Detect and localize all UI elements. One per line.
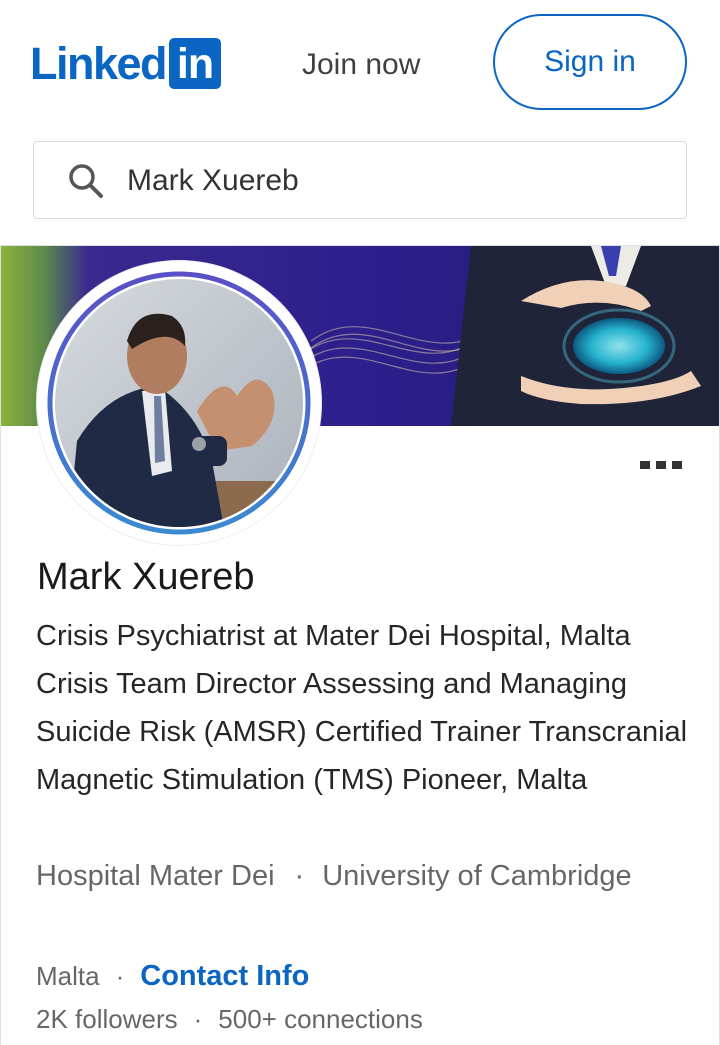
logo-in-box: in — [169, 38, 222, 89]
join-now-link[interactable]: Join now — [302, 45, 420, 85]
separator-dot: · — [193, 1004, 203, 1034]
top-nav: Linked in Join now Sign in — [0, 0, 720, 130]
separator-dot: · — [115, 961, 125, 991]
followers-count: 2K followers — [36, 1004, 178, 1034]
logo-wordmark: Linked — [30, 37, 168, 89]
profile-headline: Crisis Psychiatrist at Mater Dei Hospita… — [36, 620, 688, 796]
location-row: Malta · Contact Info — [36, 956, 309, 996]
more-options-icon[interactable] — [640, 461, 684, 471]
avatar[interactable] — [37, 261, 321, 545]
separator-dot: · — [294, 860, 305, 892]
search-icon — [69, 164, 103, 198]
search-field[interactable]: Mark Xuereb — [33, 141, 687, 219]
search-input[interactable]: Mark Xuereb — [127, 161, 299, 201]
experience-education: Hospital Mater Dei · University of Cambrid… — [36, 852, 676, 900]
linkedin-logo[interactable]: Linked in — [30, 37, 222, 89]
location: Malta — [36, 961, 100, 991]
education-link[interactable]: University of Cambridge — [322, 860, 631, 892]
company-link[interactable]: Hospital Mater Dei — [36, 860, 275, 892]
connections-count: 500+ connections — [218, 1004, 423, 1034]
network-stats: 2K followers · 500+ connections — [36, 999, 423, 1039]
contact-info-link[interactable]: Contact Info — [140, 960, 309, 992]
profile-name: Mark Xuereb — [37, 556, 255, 598]
sign-in-button[interactable]: Sign in — [493, 14, 687, 110]
profile-card: Mark Xuereb Crisis Psychiatrist at Mater… — [0, 245, 720, 1045]
